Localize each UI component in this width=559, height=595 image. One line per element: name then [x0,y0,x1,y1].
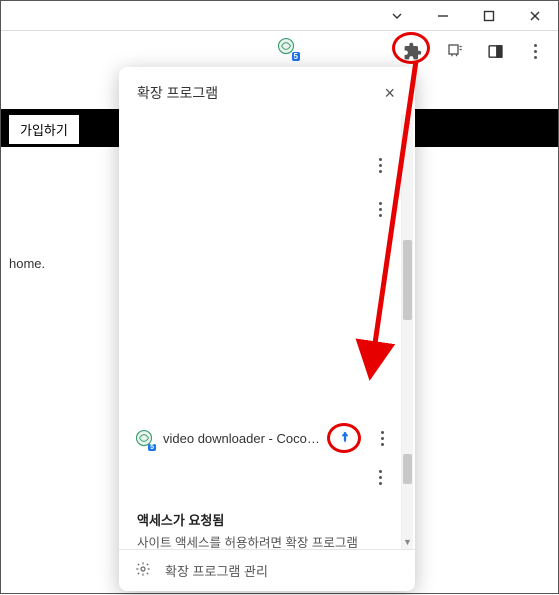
access-requested-heading: 액세스가 요청됨 [119,502,399,531]
close-button[interactable] [512,1,558,31]
popup-close-icon[interactable]: × [384,81,399,104]
annotation-circle-pin [327,423,361,453]
annotation-circle-extensions [392,32,430,64]
gear-icon [135,561,151,580]
extension-item-name: video downloader - CocoCut [163,431,321,446]
extension-item-icon: 5 [135,429,153,447]
extension-row-menu[interactable] [367,464,393,490]
popup-scrollbar[interactable]: ▲ ▼ [401,114,413,549]
maximize-button[interactable] [466,1,512,31]
browser-toolbar: 5 [1,31,558,67]
dropdown-v-icon[interactable] [374,1,420,31]
extensions-button[interactable] [396,35,428,67]
home-text: home. [9,256,45,271]
extension-badge: 5 [292,52,300,61]
extension-row-menu[interactable] [367,196,393,222]
window-titlebar [1,1,558,31]
access-requested-desc: 사이트 액세스를 허용하려면 확장 프로그램을 클릭하세요. [119,531,399,549]
scroll-thumb[interactable] [403,240,412,320]
pin-button[interactable] [331,424,359,452]
minimize-button[interactable] [420,1,466,31]
scroll-up-icon[interactable]: ▲ [402,114,413,128]
scroll-thumb[interactable] [403,454,412,484]
browser-menu-button[interactable] [522,38,548,64]
extension-item-badge: 5 [148,444,156,451]
popup-title: 확장 프로그램 [137,83,218,103]
popup-footer[interactable]: 확장 프로그램 관리 [119,549,415,591]
signup-button[interactable]: 가입하기 [9,115,79,144]
extensions-popup: 확장 프로그램 × 5 video downloader - CocoCut 액… [119,67,415,591]
extension-row-menu[interactable] [367,152,393,178]
extension-row-menu[interactable] [369,425,395,451]
manage-extensions-label: 확장 프로그램 관리 [165,561,268,580]
pinned-extension-icon[interactable]: 5 [275,35,297,57]
music-icon[interactable] [442,38,468,64]
extension-row[interactable]: 5 video downloader - CocoCut [119,414,401,462]
scroll-down-icon[interactable]: ▼ [402,535,413,549]
sidepanel-icon[interactable] [482,38,508,64]
